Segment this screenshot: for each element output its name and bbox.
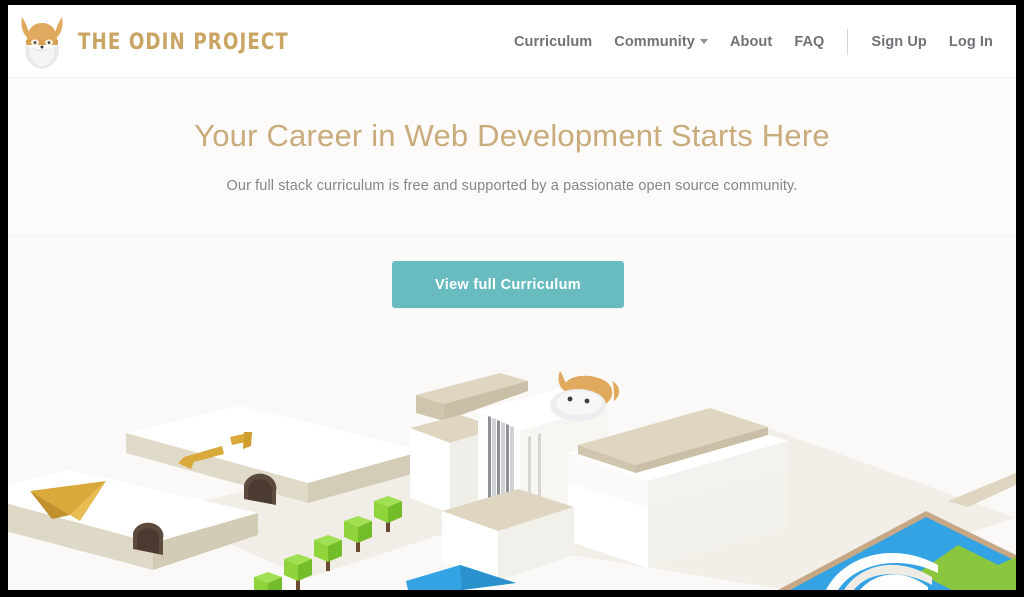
nav-item-about[interactable]: About [719, 28, 783, 56]
nav-label: Community [614, 33, 695, 50]
hero-section: Your Career in Web Development Starts He… [8, 78, 1016, 236]
brand-logo-link[interactable]: THE ODIN PROJECT [16, 11, 307, 73]
site-header: THE ODIN PROJECT Curriculum Community Ab… [8, 5, 1016, 78]
isometric-city-hero-illustration [8, 333, 1016, 590]
nav-divider [847, 28, 849, 55]
nav-item-community[interactable]: Community [603, 28, 719, 56]
nav-label: Sign Up [871, 33, 927, 50]
illustration-canvas [8, 333, 1016, 590]
chevron-down-icon [699, 38, 708, 44]
nav-item-sign-up[interactable]: Sign Up [860, 28, 937, 56]
view-full-curriculum-button[interactable]: View full Curriculum [392, 261, 624, 308]
odin-viking-head-icon [21, 17, 63, 69]
brand-wordmark: THE ODIN PROJECT [78, 29, 289, 55]
nav-item-curriculum[interactable]: Curriculum [503, 28, 603, 56]
nav-label: About [729, 33, 773, 50]
nav-label: Log In [948, 33, 993, 50]
hero-subtitle: Our full stack curriculum is free and su… [226, 178, 798, 194]
nav-label: FAQ [794, 33, 825, 50]
nav-label: Curriculum [513, 33, 593, 50]
nav-item-log-in[interactable]: Log In [938, 28, 1004, 56]
page-title: Your Career in Web Development Starts He… [194, 118, 830, 153]
cta-band: View full Curriculum [8, 236, 1016, 333]
nav-item-faq[interactable]: FAQ [783, 28, 835, 56]
browser-page-frame: THE ODIN PROJECT Curriculum Community Ab… [8, 5, 1016, 590]
main-navigation: Curriculum Community About FAQ Sign Up L… [503, 5, 1004, 78]
